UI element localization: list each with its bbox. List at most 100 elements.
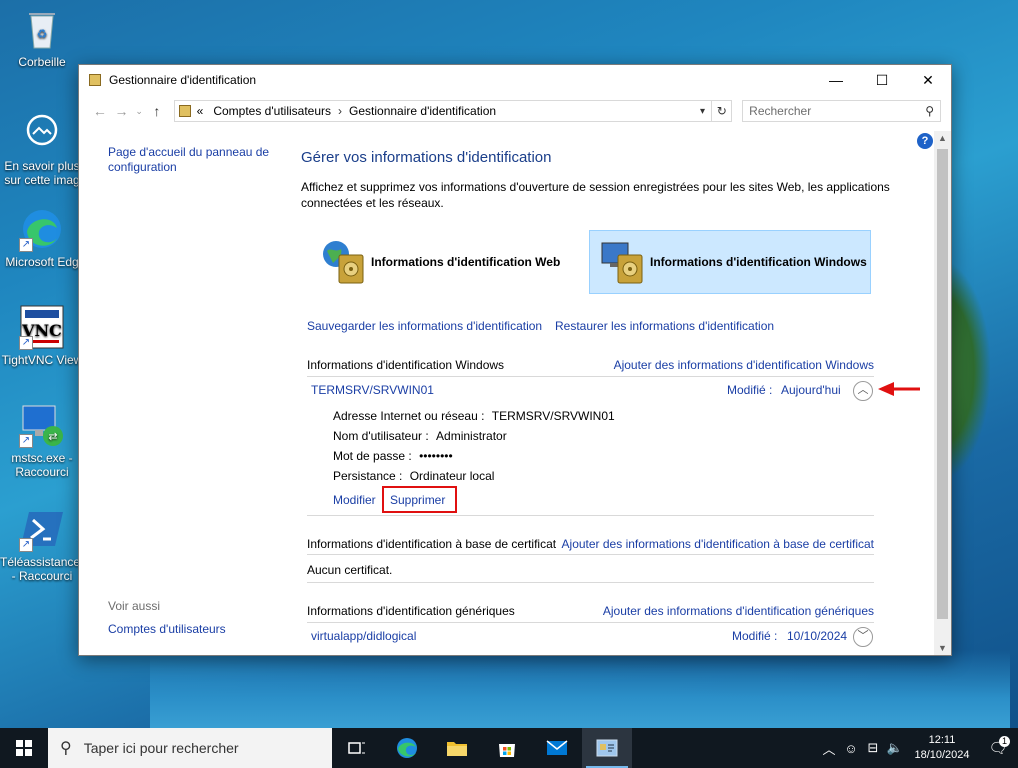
powershell-icon: ↗ [19, 506, 65, 552]
desktop-icon-label: sur cette imag [4, 173, 80, 187]
system-tray: ︿ ☺ ⊟ 🔈 12:11 18/10/2024 🗨 1 [818, 728, 1018, 768]
credential-address-row: Adresse Internet ou réseau : TERMSRV/SRV… [333, 409, 615, 423]
page-title: Gérer vos informations d'identification [301, 149, 552, 166]
refresh-icon[interactable]: ↻ [712, 100, 733, 122]
generic-modified-label: Modifié : [732, 629, 778, 643]
taskbar-store-icon[interactable] [482, 728, 532, 768]
generic-credentials-heading: Informations d'identification génériques [307, 604, 515, 618]
address-box[interactable]: « Comptes d'utilisateurs › Gestionnaire … [173, 100, 713, 122]
desktop-icon-recycle-bin[interactable]: ♻ Corbeille [0, 6, 84, 69]
desktop-icon-label: - Raccourci [11, 569, 73, 583]
credential-modified-value: Aujourd'hui [781, 383, 841, 397]
windows-credentials-label: Informations d'identification Windows [650, 255, 867, 269]
scrollbar-thumb[interactable] [937, 149, 948, 619]
chevron-up-icon[interactable]: ︿ [818, 739, 840, 758]
maximize-button[interactable]: ☐ [859, 65, 905, 95]
breadcrumb-separator-icon: › [338, 104, 343, 118]
shortcut-arrow-icon: ↗ [19, 238, 33, 252]
credential-password-row: Mot de passe : •••••••• [333, 449, 453, 463]
taskbar-edge-icon[interactable] [382, 728, 432, 768]
desktop-icon-spotlight[interactable]: En savoir plus sur cette imag [0, 110, 84, 187]
back-arrow-icon[interactable]: ← [89, 103, 111, 119]
help-icon[interactable]: ? [917, 133, 933, 149]
desktop-icon-label: TightVNC View [1, 353, 83, 367]
desktop-icon-powershell[interactable]: ↗ Téléassistance.. - Raccourci [0, 506, 87, 583]
taskbar-mail-icon[interactable] [532, 728, 582, 768]
credential-entry-termsrv[interactable]: TERMSRV/SRVWIN01 [311, 383, 434, 397]
close-button[interactable]: ✕ [905, 65, 951, 95]
backup-credentials-link[interactable]: Sauvegarder les informations d'identific… [307, 319, 542, 333]
search-icon[interactable]: ⚲ [925, 104, 934, 118]
expand-chevron-icon[interactable]: ﹀ [853, 627, 873, 647]
notification-count-badge: 1 [999, 736, 1010, 747]
people-icon[interactable]: ☺ [840, 741, 862, 756]
edge-icon: ↗ [19, 206, 65, 252]
web-vault-icon [321, 239, 367, 285]
vnc-icon: VNC ↗ [19, 304, 65, 350]
notification-center-icon[interactable]: 🗨 1 [978, 736, 1018, 757]
taskbar: ⚲ Taper ici pour rechercher ︿ ☺ ⊟ 🔈 12:1… [0, 728, 1018, 768]
control-panel-home-link[interactable]: Page d'accueil du panneau de configurati… [108, 145, 269, 175]
task-view-icon[interactable] [332, 728, 382, 768]
scroll-up-arrow-icon[interactable]: ▲ [934, 133, 951, 143]
desktop-icon-label: En savoir plus [4, 159, 80, 173]
breadcrumb-user-accounts[interactable]: Comptes d'utilisateurs [213, 104, 331, 118]
web-credentials-tile[interactable]: Informations d'identification Web [311, 230, 569, 294]
minimize-button[interactable]: — [813, 65, 859, 95]
title-bar[interactable]: Gestionnaire d'identification — ☐ ✕ [79, 65, 951, 95]
desktop-icon-tightvnc[interactable]: VNC ↗ TightVNC View [0, 304, 84, 367]
breadcrumb-credential-manager[interactable]: Gestionnaire d'identification [349, 104, 496, 118]
volume-icon[interactable]: 🔈 [884, 740, 906, 756]
taskbar-search-placeholder: Taper ici pour rechercher [83, 740, 239, 756]
red-arrow-icon [878, 382, 920, 396]
user-accounts-link[interactable]: Comptes d'utilisateurs [108, 622, 226, 637]
scroll-down-arrow-icon[interactable]: ▼ [934, 643, 951, 653]
taskbar-credential-manager-icon[interactable] [582, 728, 632, 768]
vertical-scrollbar[interactable]: ▲ ▼ [934, 131, 951, 655]
desktop-icon-label: mstsc.exe - [11, 451, 73, 465]
clock-date: 18/10/2024 [914, 749, 970, 761]
control-panel-icon [178, 105, 191, 117]
desktop-icon-label: Microsoft Edg [5, 255, 79, 269]
see-also-label: Voir aussi [108, 599, 161, 613]
start-button[interactable] [0, 728, 48, 768]
desktop-icon-label: Téléassistance.. [0, 555, 87, 569]
recent-locations-chevron-icon[interactable]: ⌄ [132, 106, 146, 117]
web-credentials-label: Informations d'identification Web [371, 255, 561, 269]
windows-logo-icon [16, 740, 32, 756]
search-input[interactable]: Rechercher ⚲ [742, 100, 941, 122]
taskbar-clock[interactable]: 12:11 18/10/2024 [906, 733, 978, 763]
forward-arrow-icon[interactable]: → [111, 103, 133, 119]
add-windows-credential-link[interactable]: Ajouter des informations d'identificatio… [614, 358, 874, 372]
collapse-chevron-icon[interactable]: ︿ [853, 381, 873, 401]
add-certificate-credential-link[interactable]: Ajouter des informations d'identificatio… [562, 537, 874, 551]
desktop-icon-label: Raccourci [15, 465, 69, 479]
svg-text:♻: ♻ [37, 27, 48, 41]
chevron-down-icon[interactable]: ▾ [693, 106, 711, 117]
shortcut-arrow-icon: ↗ [19, 538, 33, 552]
credential-modified-label: Modifié : [727, 383, 773, 397]
taskbar-search-box[interactable]: ⚲ Taper ici pour rechercher [48, 728, 332, 768]
recycle-bin-icon: ♻ [19, 6, 65, 52]
certificate-credentials-heading: Informations d'identification à base de … [307, 537, 557, 551]
windows-credentials-heading: Informations d'identification Windows [307, 358, 505, 372]
address-bar: ← → ⌄ ↑ « Comptes d'utilisateurs › Gesti… [79, 95, 951, 127]
credential-entry-virtualapp[interactable]: virtualapp/didlogical [311, 629, 416, 643]
add-generic-credential-link[interactable]: Ajouter des informations d'identificatio… [603, 604, 874, 618]
divider [307, 515, 874, 516]
restore-credentials-link[interactable]: Restaurer les informations d'identificat… [555, 319, 774, 333]
desktop-icon-mstsc[interactable]: ⇄ ↗ mstsc.exe - Raccourci [0, 402, 84, 479]
edit-credential-link[interactable]: Modifier [333, 493, 376, 507]
window-body: Page d'accueil du panneau de configurati… [79, 127, 951, 655]
breadcrumb-overflow[interactable]: « [197, 104, 204, 118]
wallpaper-shore [150, 650, 1010, 730]
divider [307, 554, 874, 555]
windows-credentials-tile[interactable]: Informations d'identification Windows [589, 230, 871, 294]
desktop-icon-edge[interactable]: ↗ Microsoft Edg [0, 206, 84, 269]
network-icon[interactable]: ⊟ [862, 740, 884, 756]
search-placeholder: Rechercher [749, 104, 812, 118]
window-title: Gestionnaire d'identification [109, 73, 257, 87]
up-arrow-icon[interactable]: ↑ [146, 103, 168, 119]
windows-vault-icon [600, 239, 646, 285]
taskbar-file-explorer-icon[interactable] [432, 728, 482, 768]
